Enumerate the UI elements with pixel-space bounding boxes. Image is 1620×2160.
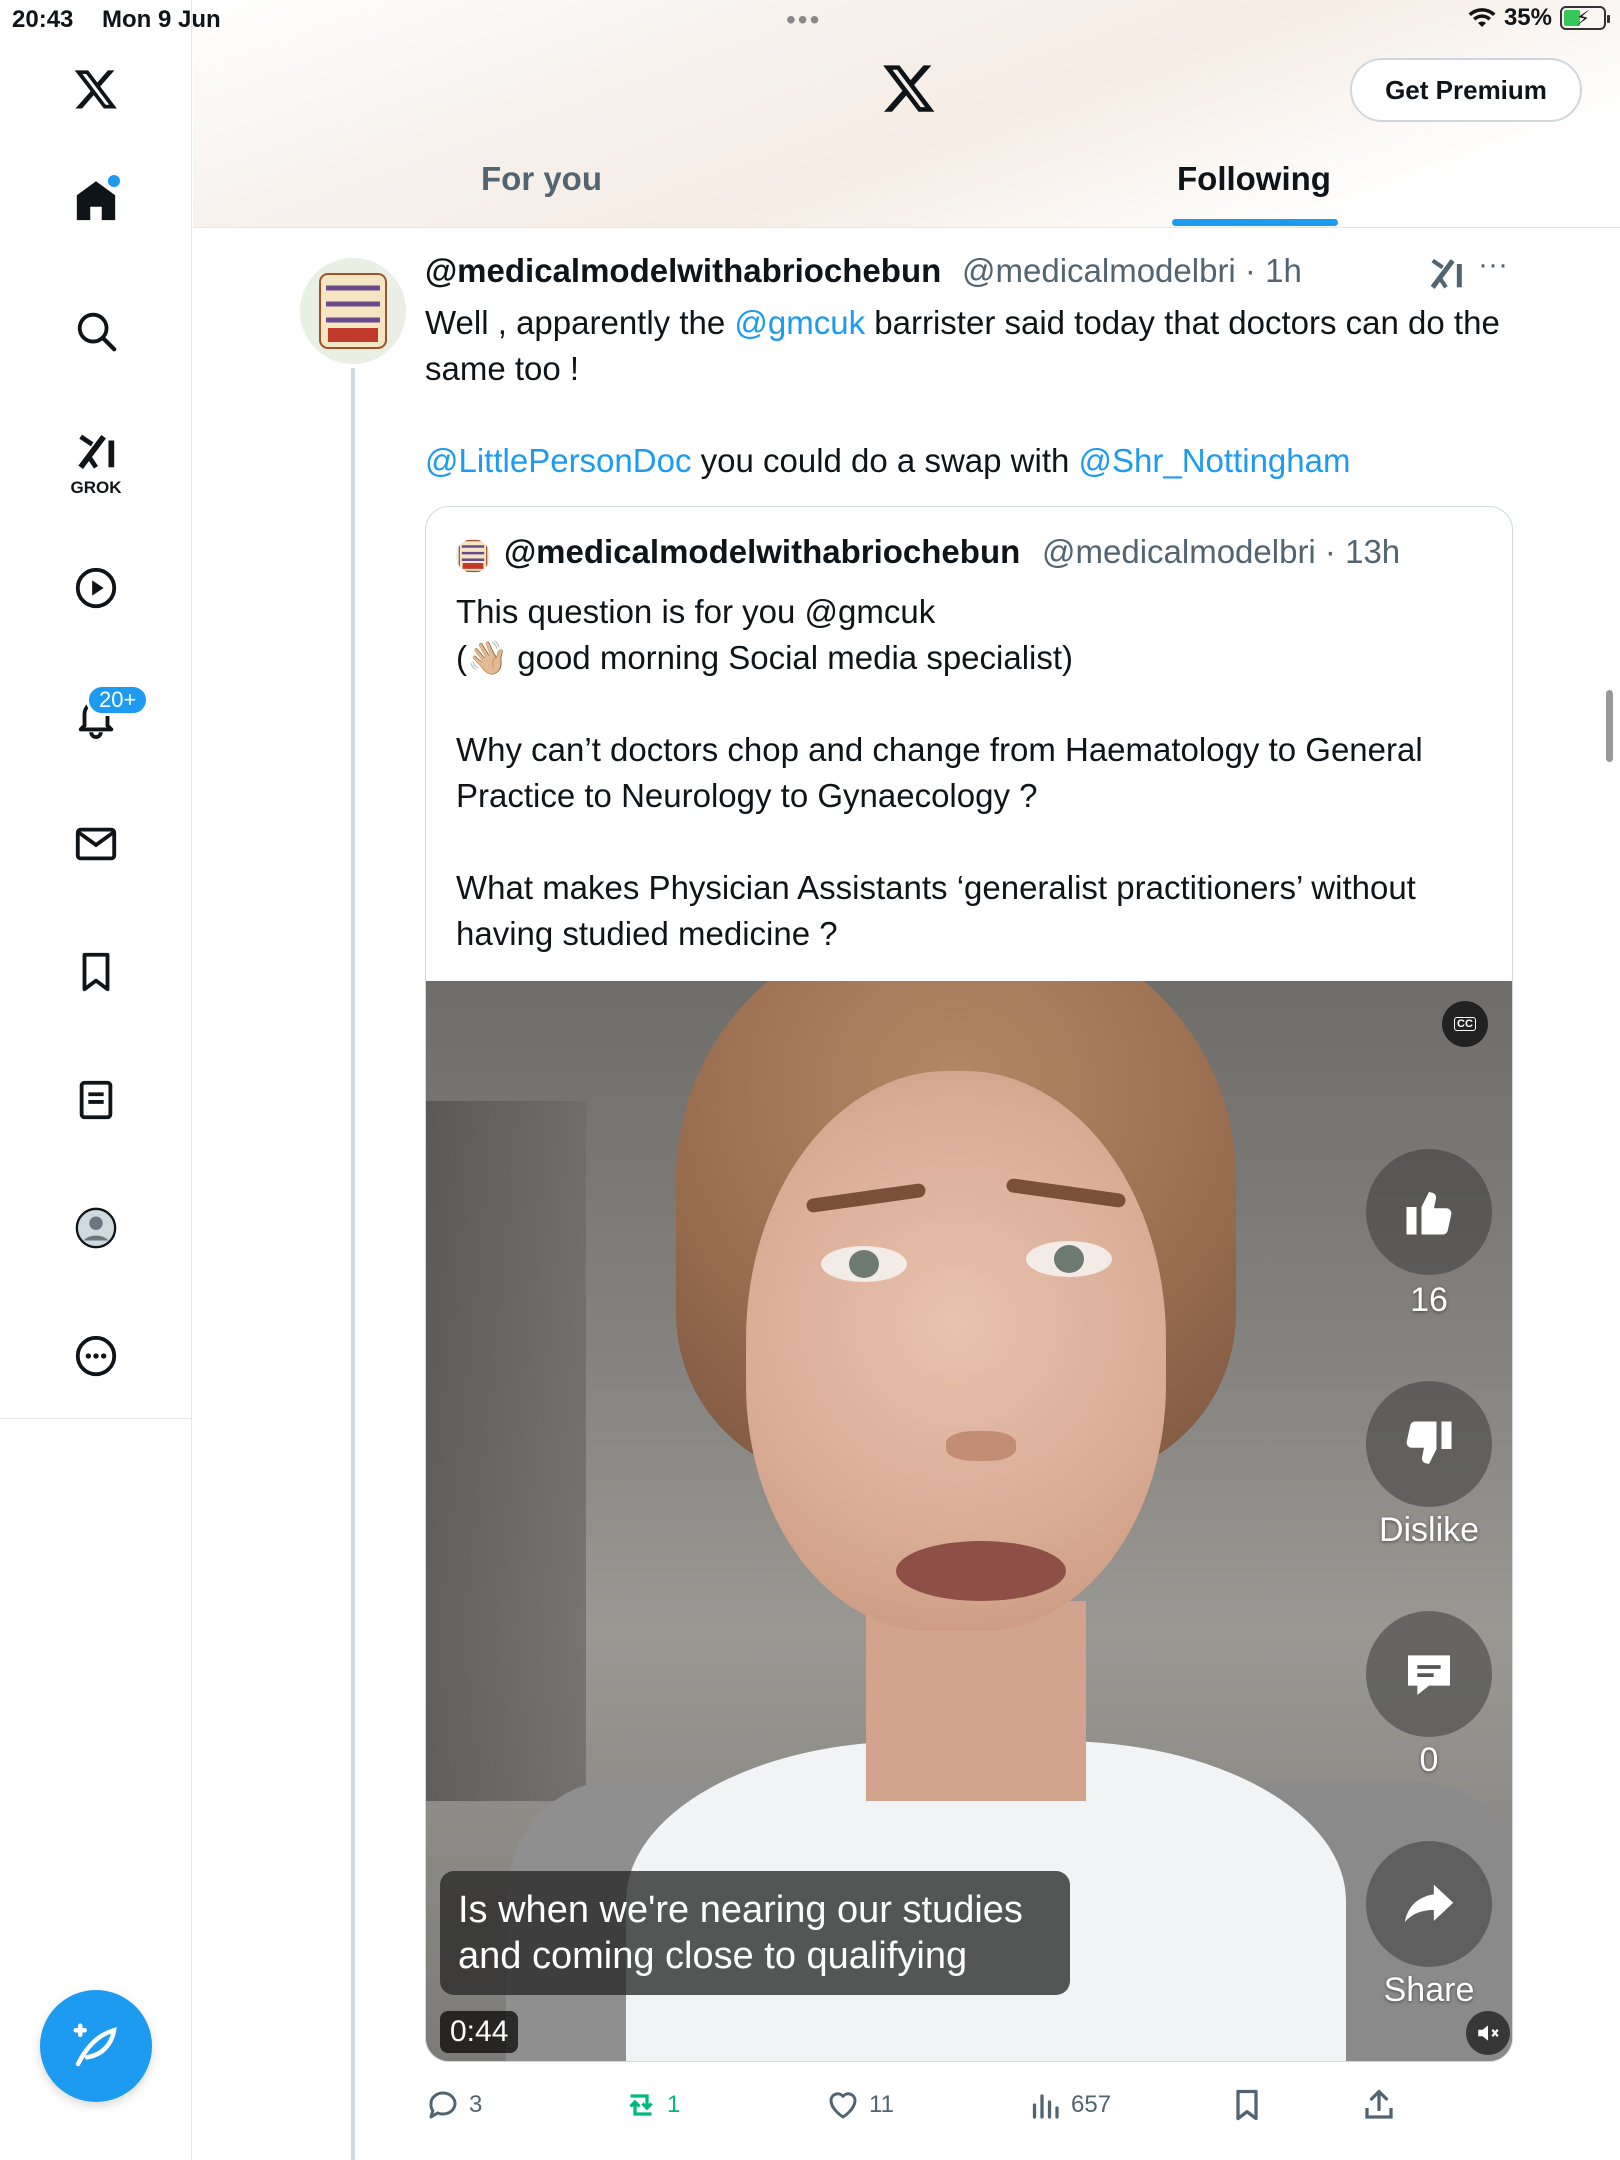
- quoted-author-handle: @medicalmodelbri: [1042, 533, 1316, 570]
- more-options-icon[interactable]: [62, 1322, 130, 1390]
- comment-bubble-icon: [1408, 1655, 1450, 1695]
- video-caption: Is when we're nearing our studies and co…: [440, 1871, 1070, 1995]
- repost-icon: [629, 2094, 653, 2116]
- quoted-line: (👋🏼 good morning Social media specialist…: [456, 639, 1074, 676]
- video-like-count: 16: [1410, 1281, 1448, 1319]
- status-time: 20:43: [12, 6, 74, 33]
- like-button[interactable]: 11: [825, 2080, 894, 2130]
- video-duration: 0:44: [440, 2011, 519, 2053]
- tweet-time: 1h: [1265, 252, 1302, 289]
- quoted-author-avatar: [456, 539, 490, 573]
- video-comment-count: 0: [1419, 1741, 1439, 1779]
- status-date: Mon 9 Jun: [102, 6, 221, 33]
- video-dislike-button[interactable]: [1366, 1381, 1492, 1507]
- author-name[interactable]: @medicalmodelwithabriochebun: [425, 252, 941, 290]
- views-chart-icon: [1032, 2094, 1059, 2119]
- messages-envelope-icon[interactable]: [62, 810, 130, 878]
- bookmark-button[interactable]: [1229, 2080, 1265, 2130]
- battery-percent: 35%: [1503, 4, 1552, 31]
- video-share-label: Share: [1383, 1971, 1475, 2009]
- sidebar: GROK 20+: [0, 0, 192, 2160]
- reply-count: 3: [469, 2091, 483, 2118]
- mute-speaker-icon[interactable]: [1466, 2011, 1510, 2055]
- thread-line: [351, 368, 355, 2160]
- tweet-text: Well , apparently the @gmcuk barrister s…: [425, 300, 1525, 484]
- like-count: 11: [869, 2091, 894, 2118]
- grok-icon[interactable]: [62, 418, 130, 486]
- active-tab-indicator: [1172, 219, 1338, 226]
- wifi-icon: [1468, 8, 1496, 27]
- gmc-seal-image: [319, 273, 387, 349]
- x-logo-icon: [883, 65, 935, 112]
- multitask-dots-icon[interactable]: •••: [786, 4, 821, 36]
- quoted-line: This question is for you @gmcuk: [456, 593, 936, 630]
- home-unread-dot: [108, 175, 120, 187]
- compose-feather-icon: [73, 2023, 117, 2067]
- share-button[interactable]: [1361, 2080, 1397, 2130]
- reply-icon: [429, 2091, 457, 2119]
- video-like-button[interactable]: [1366, 1149, 1492, 1275]
- video-comment-button[interactable]: [1366, 1611, 1492, 1737]
- tweet[interactable]: @medicalmodelwithabriochebun @medicalmod…: [300, 228, 1530, 2160]
- repost-count: 1: [667, 2091, 681, 2118]
- share-upload-icon: [1365, 2089, 1393, 2119]
- quoted-tweet[interactable]: @medicalmodelwithabriochebun @medicalmod…: [425, 506, 1513, 2062]
- battery-icon: ⚡: [1560, 6, 1610, 30]
- quoted-tweet-time: 13h: [1345, 533, 1401, 570]
- status-bar: 20:43 Mon 9 Jun ••• 35% ⚡: [0, 0, 1620, 40]
- tweet-text-segment: Well , apparently the: [425, 304, 735, 341]
- sidebar-divider: [0, 1418, 192, 1419]
- bookmarks-icon[interactable]: [62, 938, 130, 1006]
- video-player[interactable]: CC 16 Dislike 0 Share Is when we're near…: [426, 981, 1512, 2061]
- tweet-more-icon[interactable]: ···: [1478, 248, 1508, 282]
- mention-link[interactable]: @gmcuk: [734, 304, 865, 341]
- quoted-line: What makes Physician Assistants ‘general…: [456, 869, 1416, 952]
- compose-post-button[interactable]: [40, 1990, 152, 2102]
- notifications-badge: 20+: [86, 684, 150, 716]
- share-arrow-icon: [1404, 1884, 1454, 1923]
- search-icon[interactable]: [62, 297, 130, 365]
- heart-icon: [829, 2092, 857, 2119]
- grok-explain-icon[interactable]: [1426, 254, 1466, 294]
- reply-button[interactable]: 3: [425, 2080, 482, 2130]
- quoted-line: Why can’t doctors chop and change from H…: [456, 731, 1423, 814]
- mention-link[interactable]: @LittlePersonDoc: [425, 442, 691, 479]
- scroll-indicator[interactable]: [1606, 690, 1613, 762]
- mention-link[interactable]: @Shr_Nottingham: [1079, 442, 1351, 479]
- video-dislike-label: Dislike: [1378, 1511, 1480, 1549]
- closed-captions-button[interactable]: CC: [1442, 1001, 1488, 1047]
- video-share-button[interactable]: [1366, 1841, 1492, 1967]
- views-count: 657: [1071, 2091, 1112, 2118]
- profile-avatar-icon[interactable]: [62, 1194, 130, 1262]
- status-right: 35% ⚡: [1468, 4, 1610, 32]
- thumbs-up-icon: [1406, 1192, 1452, 1235]
- repost-button[interactable]: 1: [623, 2080, 680, 2130]
- get-premium-button[interactable]: Get Premium: [1350, 58, 1582, 122]
- home-icon[interactable]: [62, 167, 130, 235]
- author-avatar[interactable]: [300, 258, 406, 364]
- lists-icon[interactable]: [62, 1066, 130, 1134]
- grok-label: GROK: [70, 478, 122, 497]
- author-handle[interactable]: @medicalmodelbri: [962, 252, 1236, 289]
- video-play-icon[interactable]: [62, 554, 130, 622]
- tweet-text-segment: you could do a swap with: [691, 442, 1079, 479]
- thumbs-down-icon: [1406, 1421, 1452, 1464]
- quoted-author-name: @medicalmodelwithabriochebun: [504, 533, 1021, 570]
- author-handle-time: @medicalmodelbri · 1h: [962, 252, 1302, 289]
- bookmark-icon: [1236, 2089, 1258, 2121]
- x-logo-icon[interactable]: [62, 55, 130, 123]
- quoted-handle-time: @medicalmodelbri · 13h: [1042, 533, 1401, 570]
- views-button[interactable]: 657: [1027, 2080, 1111, 2130]
- tweet-action-bar: 3 1 11 657: [425, 2080, 1425, 2130]
- tab-for-you[interactable]: For you: [481, 160, 602, 198]
- tab-following[interactable]: Following: [1177, 160, 1331, 198]
- quoted-tweet-text: This question is for you @gmcuk (👋🏼 good…: [456, 589, 1496, 957]
